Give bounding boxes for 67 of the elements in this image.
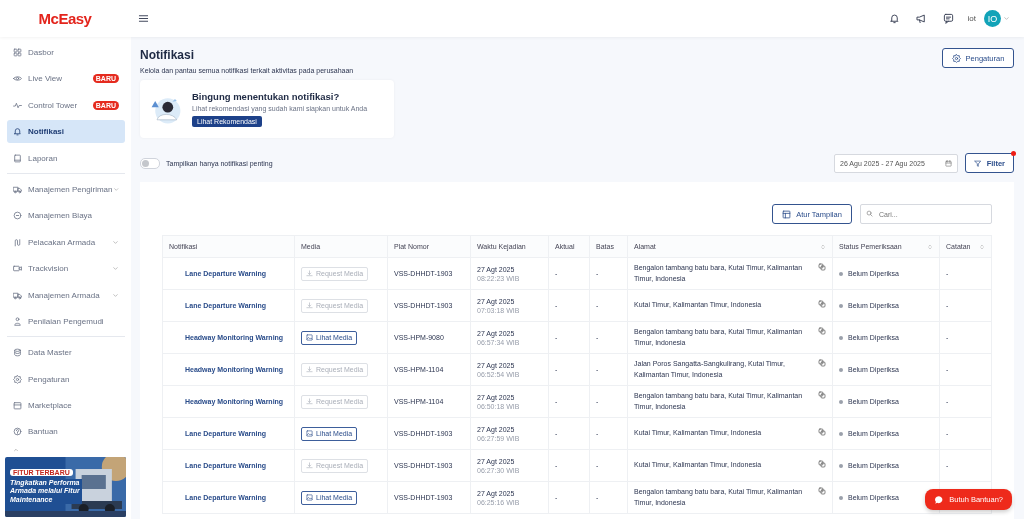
sidebar-item[interactable]: Pelacakan Armada	[7, 230, 125, 254]
logo: McEasy	[38, 10, 92, 27]
route-icon	[13, 237, 22, 247]
copy-icon[interactable]	[818, 460, 826, 469]
download-icon	[306, 398, 313, 405]
copy-icon[interactable]	[818, 359, 826, 368]
megaphone-icon[interactable]	[915, 13, 927, 24]
truck-icon	[13, 184, 22, 194]
recommendation-title: Bingung menentukan notifikasi?	[192, 91, 341, 102]
database-icon	[13, 348, 22, 358]
status-dot	[839, 399, 843, 404]
sidebar-item[interactable]: Trackvision	[7, 257, 125, 281]
copy-icon[interactable]	[818, 391, 826, 400]
bell-icon[interactable]	[888, 13, 900, 24]
book-icon	[13, 153, 22, 163]
copy-icon[interactable]	[818, 263, 826, 272]
calendar-icon	[945, 159, 952, 167]
download-icon	[306, 270, 313, 277]
menu-icon[interactable]	[138, 13, 149, 24]
status-dot	[839, 463, 843, 468]
person-icon	[13, 316, 22, 326]
sidebar-item[interactable]: Data Master	[7, 341, 125, 365]
pulse-icon	[13, 100, 22, 110]
settings-icon	[951, 53, 961, 63]
camera-icon	[13, 264, 22, 274]
sidebar-item[interactable]: Penilaian Pengemudi	[7, 309, 125, 333]
download-icon	[306, 302, 313, 309]
status-dot	[839, 335, 843, 340]
status-dot	[839, 495, 843, 500]
bell-icon	[13, 127, 22, 137]
user-name: iot	[967, 14, 976, 23]
settings-icon	[13, 374, 22, 384]
image-icon	[306, 334, 313, 341]
chat-bubble-icon	[934, 494, 945, 505]
store-icon	[13, 401, 22, 411]
download-icon	[306, 462, 313, 469]
copy-icon[interactable]	[818, 487, 826, 496]
search-icon	[866, 210, 873, 217]
sidebar-item[interactable]: Manajemen Armada	[7, 283, 125, 307]
sidebar-item[interactable]: Manajemen Pengiriman	[7, 177, 125, 201]
sidebar-item[interactable]: Bantuan	[7, 420, 125, 444]
sidebar-item[interactable]: Marketplace	[7, 394, 125, 418]
status-dot	[839, 271, 843, 276]
help-icon	[13, 427, 22, 437]
download-icon	[306, 366, 313, 373]
status-dot	[839, 367, 843, 372]
copy-icon[interactable]	[818, 428, 826, 437]
image-icon	[306, 430, 313, 437]
sidebar-item[interactable]: Laporan	[7, 146, 125, 170]
status-dot	[839, 431, 843, 436]
truck-icon	[13, 290, 22, 300]
image-icon	[306, 494, 313, 501]
table-icon	[782, 209, 792, 219]
sidebar-item[interactable]: Notifikasi	[7, 120, 125, 144]
filter-icon	[974, 158, 982, 168]
grid-icon	[13, 48, 22, 57]
chat-icon[interactable]	[942, 13, 954, 24]
sidebar-item[interactable]: Manajemen Biaya	[7, 204, 125, 228]
status-dot	[839, 303, 843, 308]
toggle-switch[interactable]	[140, 157, 160, 169]
page-title: Notifikasi	[140, 48, 195, 62]
sidebar-item[interactable]: Dasbor	[7, 41, 125, 64]
copy-icon[interactable]	[818, 327, 826, 336]
sidebar-item[interactable]: Pengaturan	[7, 367, 125, 391]
eye-icon	[13, 74, 22, 84]
coin-icon	[13, 211, 22, 221]
copy-icon[interactable]	[818, 300, 826, 309]
